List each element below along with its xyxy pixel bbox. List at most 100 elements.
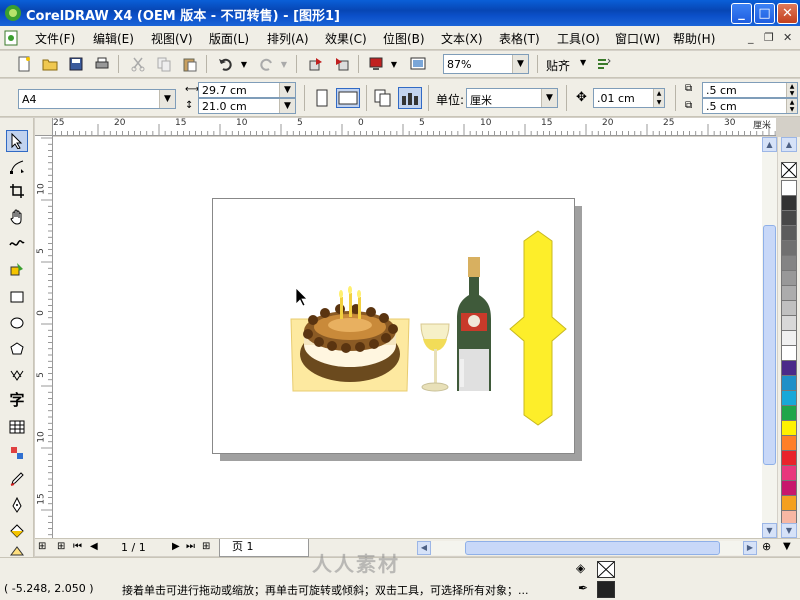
spinner-icon[interactable]: ▲ ▼ (786, 83, 797, 97)
current-page-icon[interactable] (398, 87, 422, 109)
menu-text[interactable]: 文本(X) (441, 30, 483, 47)
menu-file[interactable]: 文件(F) (35, 30, 75, 47)
duplicate-x-field[interactable]: .5 cm ▲ ▼ (702, 82, 798, 98)
champagne-bottle-icon[interactable] (457, 257, 491, 391)
all-pages-icon[interactable] (373, 88, 393, 108)
chevron-down-icon[interactable]: ▼ (279, 99, 295, 113)
doc-restore-button[interactable]: ❐ (764, 31, 774, 44)
interactive-blend-icon[interactable] (6, 442, 28, 464)
vertical-scroll-thumb[interactable] (763, 225, 776, 465)
last-page-icon[interactable]: ⏭ (186, 541, 195, 552)
crop-tool-icon[interactable] (6, 180, 28, 202)
menu-table[interactable]: 表格(T) (499, 30, 540, 47)
minimize-button[interactable]: _ (731, 3, 752, 24)
polygon-tool-icon[interactable] (6, 338, 28, 360)
nav-menu-icon[interactable]: ⊞ (38, 541, 46, 552)
ruler-origin[interactable] (35, 118, 53, 136)
scroll-left-icon[interactable]: ◀ (417, 541, 431, 555)
snap-to-menu[interactable]: 贴齐 (546, 57, 570, 74)
ellipse-tool-icon[interactable] (6, 312, 28, 334)
cut-icon[interactable] (128, 54, 148, 74)
eyedropper-icon[interactable] (6, 468, 28, 490)
wine-glass-icon[interactable] (420, 323, 450, 392)
scroll-up-icon[interactable]: ▲ (762, 137, 777, 152)
close-button[interactable]: ✕ (777, 3, 798, 24)
rectangle-tool-icon[interactable] (6, 286, 28, 308)
menu-bitmaps[interactable]: 位图(B) (383, 30, 425, 47)
portrait-icon[interactable] (312, 88, 332, 108)
redo-dropdown-icon[interactable]: ▼ (278, 54, 290, 74)
landscape-icon[interactable] (336, 88, 360, 108)
import-icon[interactable] (306, 54, 326, 74)
horizontal-scroll-thumb[interactable] (465, 541, 720, 555)
pick-tool-icon[interactable] (6, 130, 28, 152)
menu-view[interactable]: 视图(V) (151, 30, 193, 47)
save-icon[interactable] (66, 54, 86, 74)
table-tool-icon[interactable] (6, 416, 28, 438)
undo-icon[interactable] (216, 54, 236, 74)
menu-window[interactable]: 窗口(W) (615, 30, 660, 47)
color-swatch[interactable] (781, 450, 797, 466)
export-icon[interactable] (332, 54, 352, 74)
color-swatch[interactable] (781, 300, 797, 316)
pan-tool-icon[interactable] (6, 206, 28, 228)
add-page-after-icon[interactable]: ⊞ (202, 541, 210, 552)
options-icon[interactable] (594, 54, 614, 74)
scroll-right-icon[interactable]: ▶ (743, 541, 757, 555)
color-swatch[interactable] (781, 420, 797, 436)
maximize-button[interactable]: □ (754, 3, 775, 24)
interactive-fill-icon[interactable] (6, 544, 28, 558)
spinner-icon[interactable]: ▲ ▼ (786, 99, 797, 113)
welcome-screen-icon[interactable] (408, 54, 428, 74)
vertical-ruler[interactable]: 10 5 0 5 10 15 (35, 136, 53, 538)
undo-dropdown-icon[interactable]: ▼ (238, 54, 250, 74)
text-tool-icon[interactable]: 字 (6, 388, 28, 410)
color-swatch[interactable] (781, 255, 797, 271)
previous-page-icon[interactable]: ◀ (90, 541, 98, 552)
color-swatch[interactable] (781, 285, 797, 301)
chevron-down-icon[interactable]: ▼ (159, 90, 175, 108)
color-swatch[interactable] (781, 375, 797, 391)
fill-color-swatch[interactable] (597, 561, 615, 578)
color-swatch[interactable] (781, 345, 797, 361)
palette-scroll-down-icon[interactable]: ▼ (781, 523, 797, 538)
horizontal-ruler[interactable]: 25 20 15 10 5 0 5 10 15 20 25 30 厘米 (35, 118, 776, 136)
paste-icon[interactable] (180, 54, 200, 74)
chevron-down-icon[interactable]: ▼ (541, 89, 557, 107)
first-page-icon[interactable]: ⏮ (73, 541, 82, 552)
doc-close-button[interactable]: ✕ (783, 31, 792, 44)
nudge-distance-field[interactable]: .01 cm ▲ ▼ (593, 88, 665, 108)
menu-arrange[interactable]: 排列(A) (267, 30, 309, 47)
launcher-dropdown-icon[interactable]: ▼ (388, 54, 400, 74)
color-swatch[interactable] (781, 315, 797, 331)
color-swatch[interactable] (781, 360, 797, 376)
vertical-scrollbar[interactable]: ▲ ▼ (762, 137, 777, 538)
menu-tools[interactable]: 工具(O) (557, 30, 600, 47)
palette-scroll-down-icon[interactable]: ▼ (783, 541, 791, 552)
color-swatch[interactable] (781, 480, 797, 496)
new-icon[interactable] (14, 54, 34, 74)
fill-tool-icon[interactable] (6, 520, 28, 542)
freehand-tool-icon[interactable] (6, 232, 28, 254)
palette-scroll-up-icon[interactable]: ▲ (781, 137, 797, 152)
color-swatch[interactable] (781, 435, 797, 451)
page-height-field[interactable]: 21.0 cm ▼ (198, 98, 296, 114)
menu-effects[interactable]: 效果(C) (325, 30, 367, 47)
color-swatch[interactable] (781, 390, 797, 406)
double-arrow-shape[interactable] (509, 230, 567, 426)
color-swatch[interactable] (781, 240, 797, 256)
zoom-navigator-icon[interactable]: ⊕ (762, 540, 771, 553)
add-page-before-icon[interactable]: ⊞ (57, 541, 65, 552)
outline-color-swatch[interactable] (597, 581, 615, 598)
color-swatch[interactable] (781, 270, 797, 286)
color-swatch[interactable] (781, 405, 797, 421)
application-launcher-icon[interactable] (366, 54, 386, 74)
redo-icon[interactable] (256, 54, 276, 74)
snap-dropdown-icon[interactable]: ▼ (580, 58, 586, 67)
horizontal-scrollbar[interactable]: ◀ ▶ (417, 541, 757, 555)
color-swatch[interactable] (781, 210, 797, 226)
outline-pen-icon[interactable] (6, 494, 28, 516)
spinner-icon[interactable]: ▲ ▼ (653, 89, 664, 107)
page-width-field[interactable]: 29.7 cm ▼ (198, 82, 296, 98)
page-tab-1[interactable]: 页 1 (219, 539, 309, 557)
